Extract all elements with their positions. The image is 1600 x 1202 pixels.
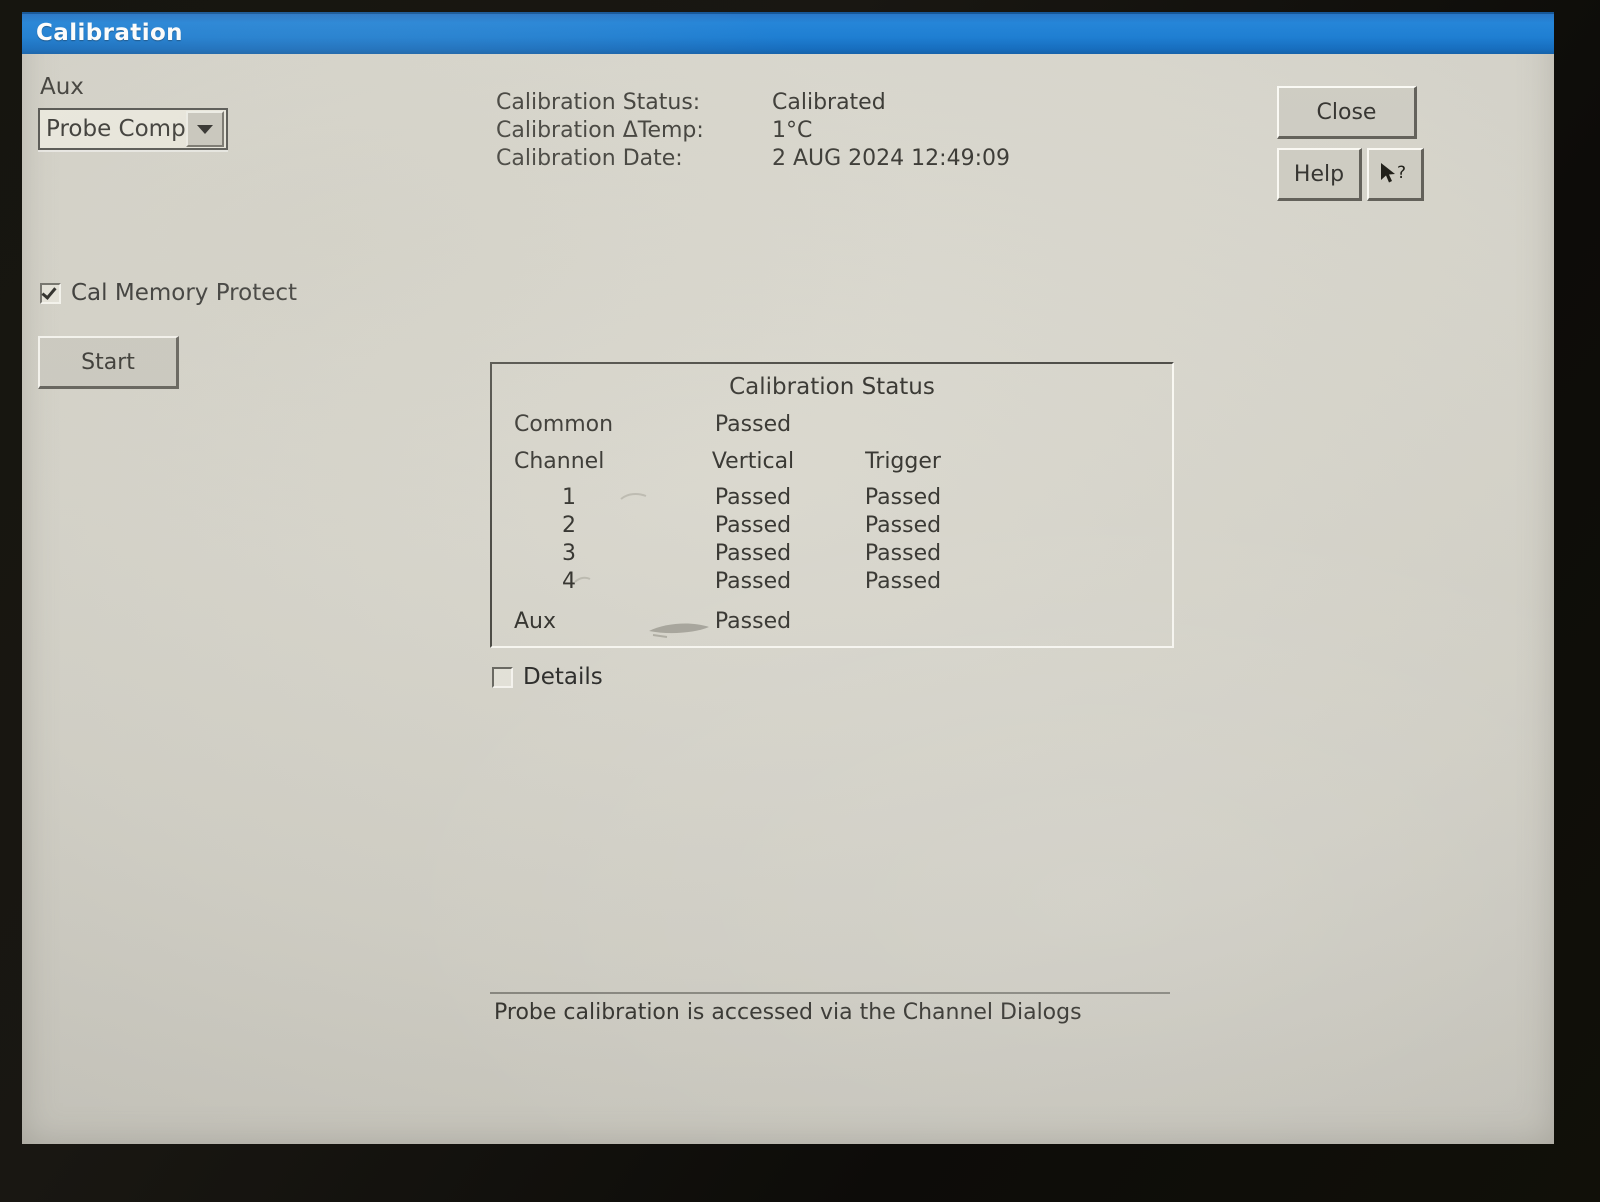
help-button[interactable]: Help: [1277, 148, 1362, 201]
table-row-channel-2-trigger: Passed: [864, 513, 942, 538]
calibration-date-value: 2 AUG 2024 12:49:09: [772, 146, 1010, 171]
calibration-status-value: Calibrated: [772, 90, 886, 115]
table-row-channel-2-vertical: Passed: [714, 513, 792, 538]
aux-row-label: Aux: [514, 609, 557, 634]
close-button-label: Close: [1316, 99, 1377, 125]
calibration-delta-temp-label: Calibration ΔTemp:: [496, 118, 704, 143]
context-help-button[interactable]: ?: [1367, 148, 1424, 201]
table-row-channel-3-vertical: Passed: [714, 541, 792, 566]
aux-combobox-value: Probe Comp: [46, 116, 186, 142]
header-vertical: Vertical: [711, 449, 795, 474]
start-button-label: Start: [81, 349, 135, 375]
close-button[interactable]: Close: [1277, 86, 1417, 139]
window-titlebar: Calibration: [22, 12, 1554, 54]
message-bar: Probe calibration is accessed via the Ch…: [490, 992, 1170, 1034]
common-label: Common: [514, 412, 614, 437]
common-value: Passed: [714, 412, 792, 437]
svg-text:?: ?: [1397, 163, 1406, 183]
calibration-status-panel-title: Calibration Status: [729, 374, 935, 400]
cal-memory-protect-label: Cal Memory Protect: [71, 280, 298, 306]
aux-row-value: Passed: [714, 609, 792, 634]
header-channel: Channel: [514, 449, 605, 474]
cursor-question-icon: ?: [1381, 163, 1406, 183]
calibration-status-panel: Calibration Status Common Passed Channel…: [490, 362, 1174, 648]
calibration-delta-temp-value: 1°C: [772, 118, 813, 143]
chevron-down-glyph: [197, 124, 213, 134]
details-checkbox[interactable]: Details: [492, 664, 603, 690]
table-row-channel-3-trigger: Passed: [864, 541, 942, 566]
table-row-channel-1-trigger: Passed: [864, 485, 942, 510]
instrument-screen: Calibration Aux Probe Comp Calibration S…: [22, 12, 1554, 1144]
window-title: Calibration: [36, 20, 183, 46]
aux-label: Aux: [40, 74, 84, 100]
table-row-channel-4-vertical: Passed: [714, 569, 792, 594]
dialog-client-area: Aux Probe Comp Calibration Status: Calib…: [22, 52, 1554, 1144]
checkbox-checked-icon[interactable]: [40, 282, 61, 304]
help-button-label: Help: [1293, 161, 1345, 187]
chevron-down-icon[interactable]: [186, 111, 224, 147]
instrument-bezel: Calibration Aux Probe Comp Calibration S…: [0, 0, 1600, 1202]
aux-combobox[interactable]: Probe Comp: [38, 108, 228, 150]
message-bar-text: Probe calibration is accessed via the Ch…: [494, 1000, 1082, 1025]
table-row-channel-4-name: 4: [562, 569, 576, 594]
header-trigger: Trigger: [865, 449, 941, 474]
details-label: Details: [523, 664, 603, 690]
table-row-channel-2-name: 2: [562, 513, 576, 538]
checkbox-unchecked-icon[interactable]: [492, 666, 513, 688]
cal-memory-protect-checkbox[interactable]: Cal Memory Protect: [40, 280, 297, 306]
start-button[interactable]: Start: [38, 336, 179, 389]
calibration-date-label: Calibration Date:: [496, 146, 683, 171]
table-row-channel-3-name: 3: [562, 541, 576, 566]
table-row-channel-1-vertical: Passed: [714, 485, 792, 510]
calibration-status-label: Calibration Status:: [496, 90, 701, 115]
table-row-channel-1-name: 1: [562, 485, 576, 510]
table-row-channel-4-trigger: Passed: [864, 569, 942, 594]
